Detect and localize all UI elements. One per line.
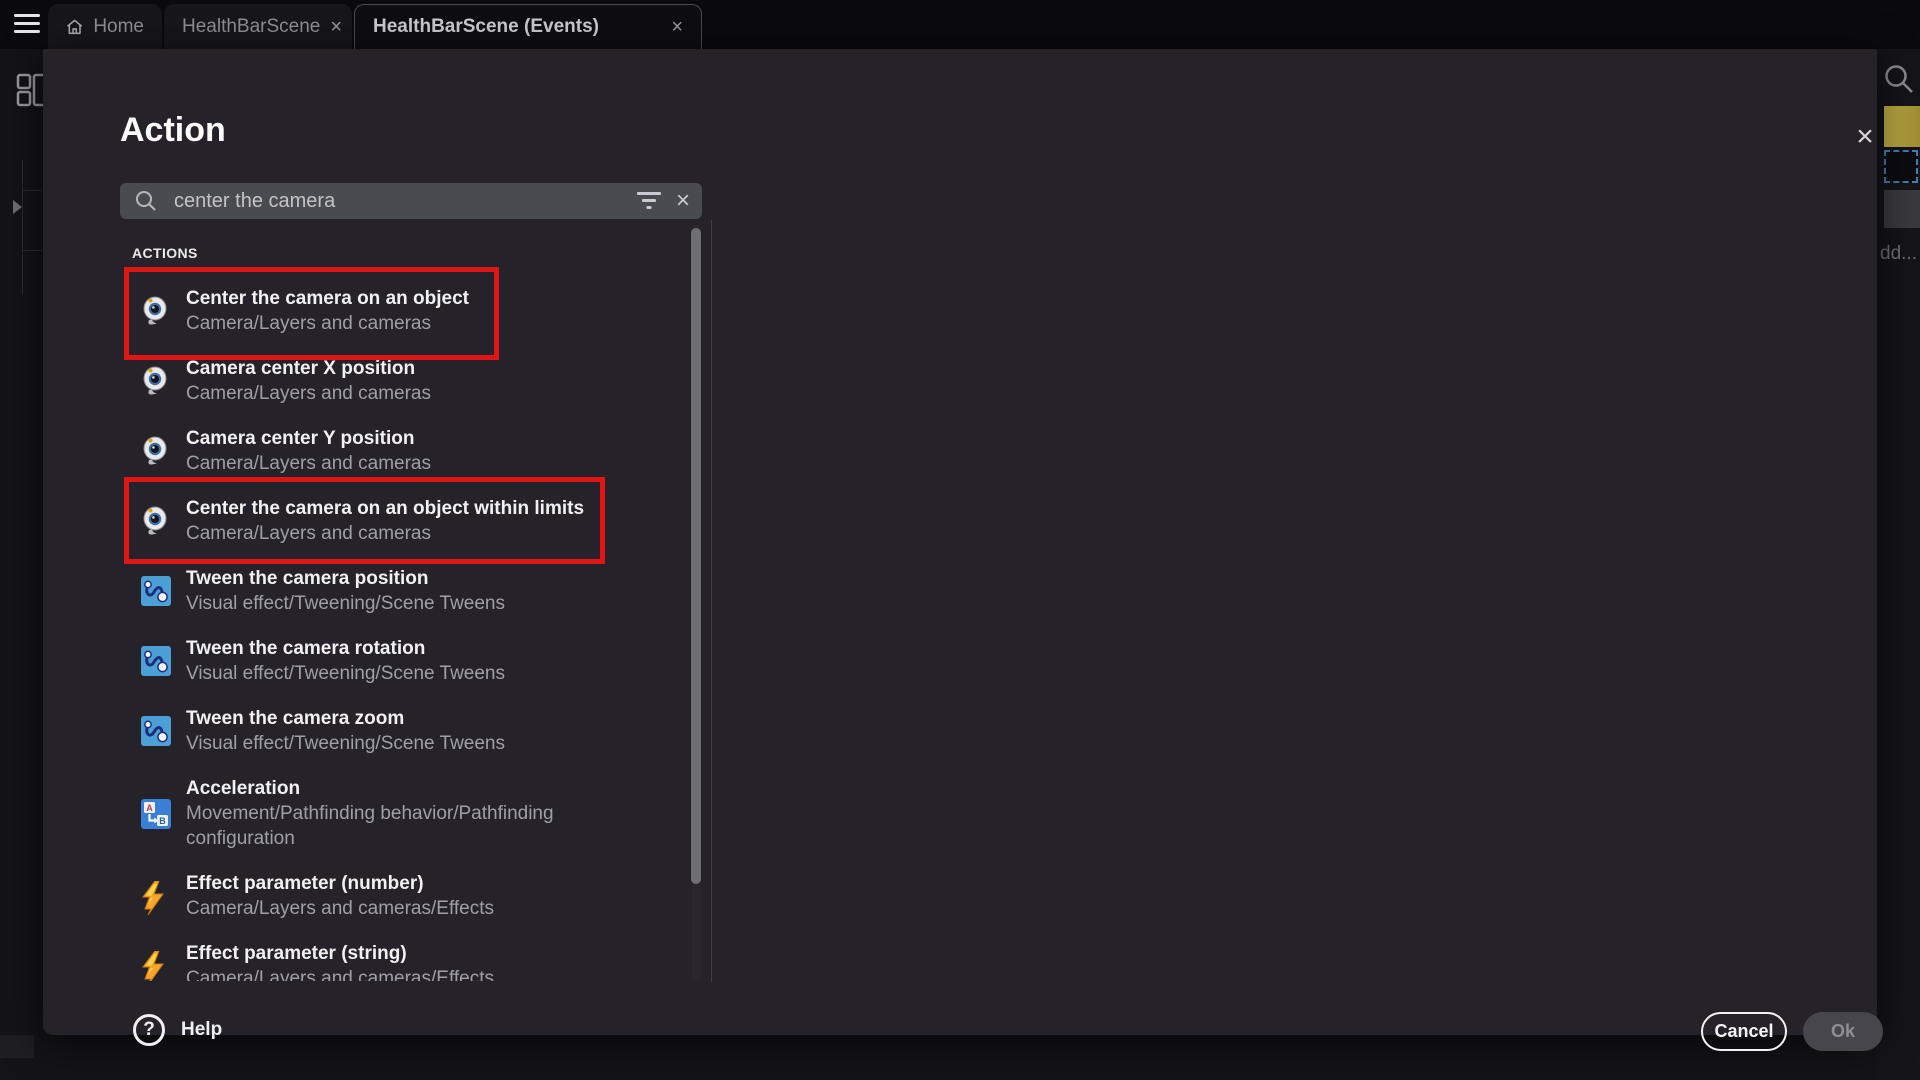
action-title: Acceleration bbox=[186, 777, 702, 801]
actions-list: ACTIONS Center the camera on an object C… bbox=[120, 219, 702, 981]
events-tree-line bbox=[22, 160, 23, 295]
pathfinding-icon: A B bbox=[141, 799, 171, 829]
scrollbar-thumb[interactable] bbox=[691, 228, 701, 884]
action-item-effect-parameter-number[interactable]: Effect parameter (number) Camera/Layers … bbox=[120, 872, 702, 921]
action-search-bar[interactable]: center the camera × bbox=[120, 183, 702, 219]
tab-label: HealthBarScene (Events) bbox=[373, 16, 599, 38]
tab-healthbarscene-events[interactable]: HealthBarScene (Events) × bbox=[354, 4, 702, 49]
events-tree-line bbox=[22, 190, 42, 191]
svg-text:A: A bbox=[146, 803, 153, 813]
home-icon bbox=[66, 17, 83, 37]
clear-search-icon[interactable]: × bbox=[676, 189, 690, 213]
events-expand-arrow-icon[interactable] bbox=[13, 200, 22, 214]
action-title: Effect parameter (number) bbox=[186, 872, 702, 896]
action-item-acceleration[interactable]: A B Acceleration Movement/Pathfinding be… bbox=[120, 777, 702, 851]
list-divider bbox=[711, 220, 712, 982]
svg-text:B: B bbox=[159, 816, 166, 826]
event-drop-target[interactable] bbox=[1884, 150, 1918, 183]
tween-icon bbox=[141, 576, 171, 606]
action-title: Effect parameter (string) bbox=[186, 942, 702, 966]
action-item-center-camera-within-limits[interactable]: Center the camera on an object within li… bbox=[120, 497, 702, 546]
action-item-camera-center-x[interactable]: Camera center X position Camera/Layers a… bbox=[120, 357, 702, 406]
hamburger-menu-icon[interactable] bbox=[14, 14, 40, 35]
lightning-icon bbox=[141, 951, 165, 981]
tab-healthbarscene[interactable]: HealthBarScene × bbox=[164, 4, 352, 49]
action-item-center-camera-on-object[interactable]: Center the camera on an object Camera/La… bbox=[120, 287, 702, 336]
action-dialog: Action × center the camera × ACTIONS bbox=[43, 49, 1877, 1035]
action-item-effect-parameter-string[interactable]: Effect parameter (string) Camera/Layers … bbox=[120, 942, 702, 981]
app-screen: Home HealthBarScene × HealthBarScene (Ev… bbox=[0, 0, 1920, 1080]
action-path: Camera/Layers and cameras bbox=[186, 311, 658, 336]
tween-icon bbox=[141, 646, 171, 676]
action-path: Camera/Layers and cameras/Effects bbox=[186, 896, 658, 921]
search-input[interactable]: center the camera bbox=[174, 190, 636, 213]
toggle-panels-icon[interactable] bbox=[16, 73, 46, 107]
action-path: Movement/Pathfinding behavior/Pathfindin… bbox=[186, 801, 658, 851]
tab-close-icon[interactable]: × bbox=[671, 17, 683, 37]
action-path: Visual effect/Tweening/Scene Tweens bbox=[186, 661, 658, 686]
action-path: Visual effect/Tweening/Scene Tweens bbox=[186, 591, 658, 616]
action-path: Camera/Layers and cameras bbox=[186, 521, 658, 546]
lightning-icon bbox=[141, 881, 165, 915]
search-icon bbox=[134, 189, 158, 213]
action-title: Camera center Y position bbox=[186, 427, 702, 451]
action-title: Camera center X position bbox=[186, 357, 702, 381]
dialog-title: Action bbox=[120, 111, 226, 150]
action-title: Center the camera on an object within li… bbox=[186, 497, 702, 521]
cancel-button[interactable]: Cancel bbox=[1701, 1012, 1787, 1051]
events-search-icon[interactable] bbox=[1882, 62, 1916, 96]
ok-button[interactable]: Ok bbox=[1803, 1012, 1883, 1051]
event-block-yellow[interactable] bbox=[1884, 106, 1920, 147]
action-title: Tween the camera position bbox=[186, 567, 702, 591]
webcam-icon bbox=[141, 366, 169, 396]
action-item-tween-camera-rotation[interactable]: Tween the camera rotation Visual effect/… bbox=[120, 637, 702, 686]
tween-icon bbox=[141, 716, 171, 746]
help-icon: ? bbox=[133, 1014, 165, 1046]
tab-close-icon[interactable]: × bbox=[330, 17, 342, 37]
tab-label: Home bbox=[93, 16, 144, 38]
action-path: Visual effect/Tweening/Scene Tweens bbox=[186, 731, 658, 756]
event-block-gray[interactable] bbox=[1884, 190, 1920, 228]
add-action-link-clipped[interactable]: dd... bbox=[1880, 243, 1917, 265]
action-title: Center the camera on an object bbox=[186, 287, 702, 311]
action-path: Camera/Layers and cameras bbox=[186, 381, 658, 406]
webcam-icon bbox=[141, 506, 169, 536]
action-path: Camera/Layers and cameras/Effects bbox=[186, 966, 658, 981]
statusbar-fragment bbox=[0, 1035, 34, 1058]
filter-icon[interactable] bbox=[636, 191, 662, 211]
dialog-close-icon[interactable]: × bbox=[1843, 115, 1887, 159]
action-path: Camera/Layers and cameras bbox=[186, 451, 658, 476]
events-tree-line bbox=[22, 250, 42, 251]
section-label: ACTIONS bbox=[132, 245, 702, 261]
action-item-camera-center-y[interactable]: Camera center Y position Camera/Layers a… bbox=[120, 427, 702, 476]
action-title: Tween the camera rotation bbox=[186, 637, 702, 661]
action-title: Tween the camera zoom bbox=[186, 707, 702, 731]
tab-label: HealthBarScene bbox=[182, 16, 320, 38]
webcam-icon bbox=[141, 296, 169, 326]
help-button[interactable]: ? Help bbox=[133, 1014, 222, 1046]
webcam-icon bbox=[141, 436, 169, 466]
action-item-tween-camera-position[interactable]: Tween the camera position Visual effect/… bbox=[120, 567, 702, 616]
tab-home[interactable]: Home bbox=[48, 4, 162, 49]
tab-bar: Home HealthBarScene × HealthBarScene (Ev… bbox=[0, 0, 1920, 49]
help-label: Help bbox=[181, 1019, 222, 1041]
action-item-tween-camera-zoom[interactable]: Tween the camera zoom Visual effect/Twee… bbox=[120, 707, 702, 756]
